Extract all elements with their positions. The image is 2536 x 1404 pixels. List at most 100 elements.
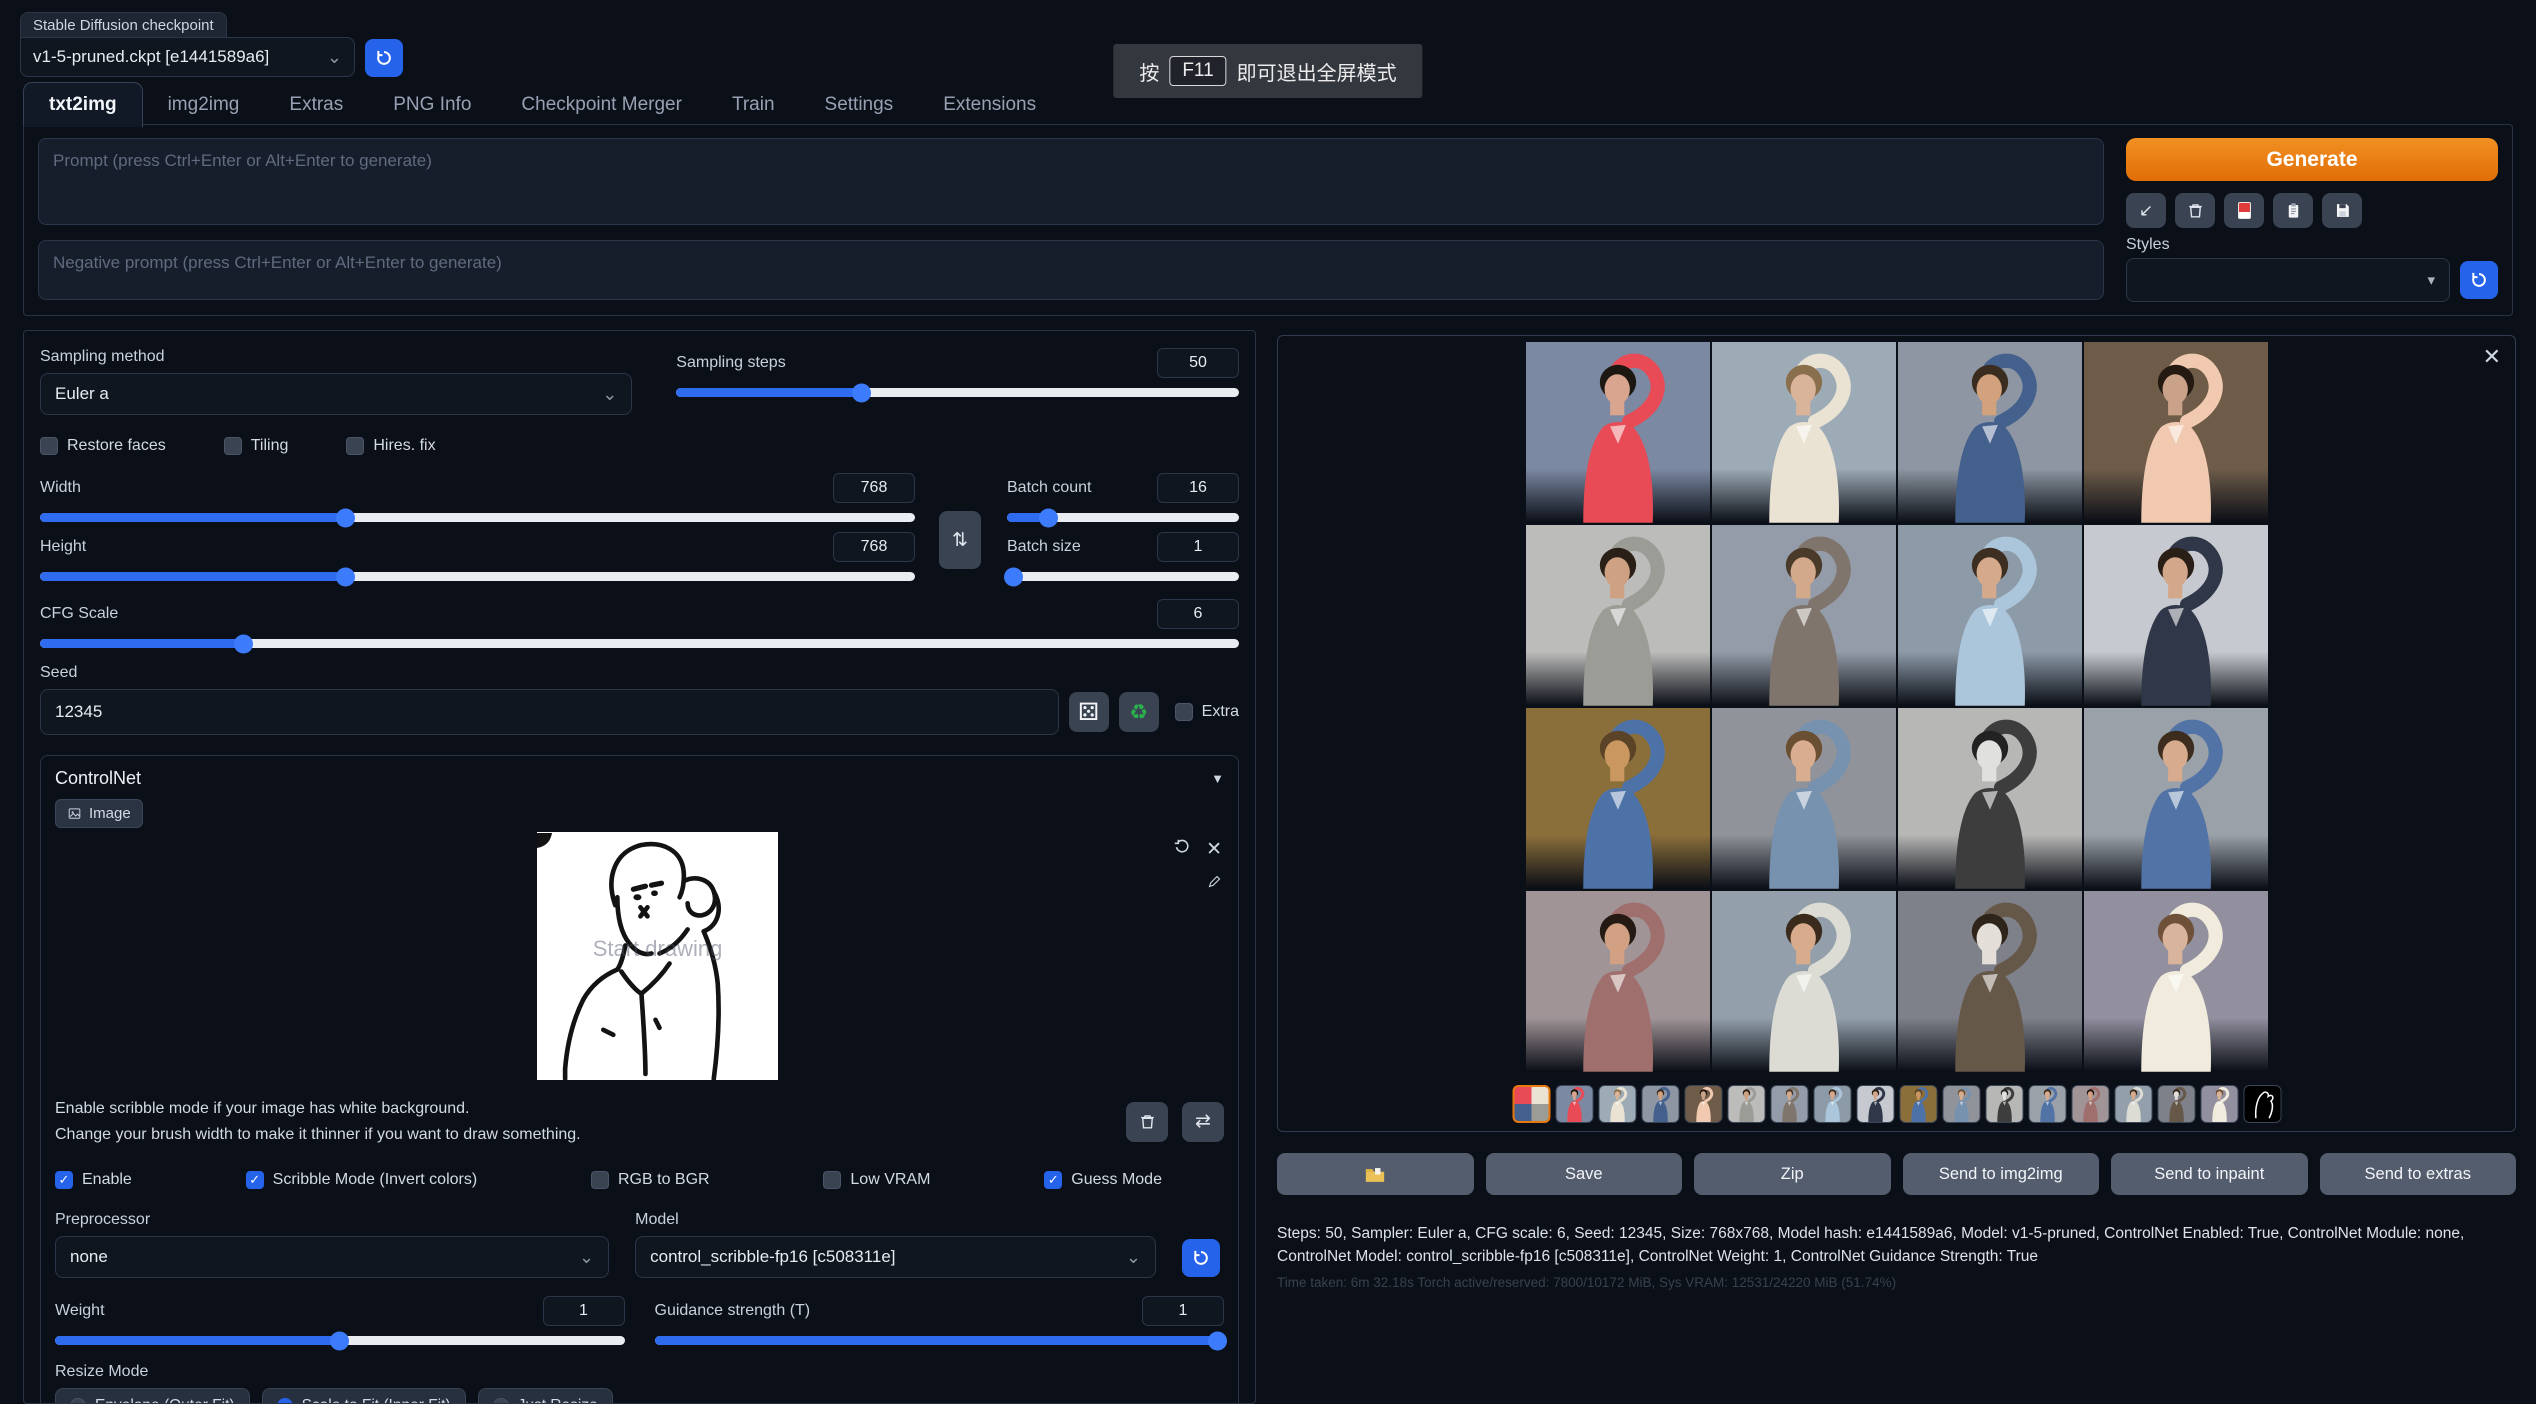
preprocessor-select[interactable]: none ⌄ — [55, 1236, 609, 1278]
thumbnail[interactable] — [2071, 1085, 2109, 1123]
refresh-styles-button[interactable] — [2460, 261, 2498, 299]
weight-value[interactable]: 1 — [543, 1296, 625, 1326]
send-to-inpaint-button[interactable]: Send to inpaint — [2111, 1153, 2308, 1195]
thumbnail[interactable] — [1813, 1085, 1851, 1123]
checkbox-hires-fix[interactable]: Hires. fix — [346, 437, 435, 455]
thumbnail[interactable] — [2028, 1085, 2066, 1123]
clear-prompt-button[interactable] — [2175, 193, 2215, 228]
height-slider[interactable] — [40, 572, 915, 581]
batch-size-value[interactable]: 1 — [1157, 532, 1239, 562]
thumbnail[interactable] — [1598, 1085, 1636, 1123]
thumbnail[interactable] — [1555, 1085, 1593, 1123]
resize-option-envelope-outer-fit-[interactable]: Envelope (Outer Fit) — [55, 1388, 250, 1404]
seed-input[interactable]: 12345 — [40, 689, 1059, 735]
gallery-image[interactable] — [1898, 891, 2082, 1072]
zip-button[interactable]: Zip — [1694, 1153, 1891, 1195]
thumbnail[interactable] — [2200, 1085, 2238, 1123]
undo-button[interactable] — [1173, 838, 1190, 861]
cfg-scale-slider[interactable] — [40, 639, 1239, 648]
tab-train[interactable]: Train — [707, 83, 800, 127]
sampling-method-select[interactable]: Euler a ⌄ — [40, 373, 632, 415]
refresh-models-button[interactable] — [1182, 1239, 1220, 1277]
swap-width-height-button[interactable]: ⇅ — [939, 511, 981, 569]
controlnet-canvas[interactable]: Start drawing — [537, 832, 778, 1080]
send-to-img2img-button[interactable]: Send to img2img — [1903, 1153, 2100, 1195]
controlnet-model-select[interactable]: control_scribble-fp16 [c508311e] ⌄ — [635, 1236, 1156, 1278]
thumbnail[interactable] — [1770, 1085, 1808, 1123]
gallery-image[interactable] — [1898, 525, 2082, 706]
random-seed-button[interactable]: ⚄ — [1069, 692, 1109, 732]
thumbnail[interactable] — [1985, 1085, 2023, 1123]
close-gallery-button[interactable]: ✕ — [2483, 344, 2501, 370]
controlnet-image-tab[interactable]: Image — [55, 799, 143, 828]
gallery-image[interactable] — [1526, 342, 1710, 523]
controlnet-checkbox-low-vram[interactable]: Low VRAM — [823, 1171, 930, 1189]
thumbnail-scribble[interactable] — [2243, 1085, 2281, 1123]
thumbnail-grid-composite[interactable] — [1512, 1085, 1550, 1123]
tab-img2img[interactable]: img2img — [143, 83, 265, 127]
cfg-scale-value[interactable]: 6 — [1157, 599, 1239, 629]
thumbnail[interactable] — [1727, 1085, 1765, 1123]
refresh-checkpoint-button[interactable] — [365, 39, 403, 77]
checkbox-restore-faces[interactable]: Restore faces — [40, 437, 166, 455]
save-style-button[interactable] — [2322, 193, 2362, 228]
gallery-image[interactable] — [2084, 342, 2268, 523]
gallery-image[interactable] — [1898, 342, 2082, 523]
guidance-strength-slider[interactable] — [655, 1336, 1225, 1345]
thumbnail[interactable] — [1899, 1085, 1937, 1123]
open-folder-button[interactable] — [1277, 1153, 1474, 1195]
batch-size-slider[interactable] — [1007, 572, 1239, 581]
extra-networks-button[interactable] — [2224, 193, 2264, 228]
controlnet-checkbox-scribble-mode-invert-colors-[interactable]: ✓Scribble Mode (Invert colors) — [246, 1171, 478, 1189]
generate-button[interactable]: Generate — [2126, 138, 2498, 181]
gallery-image[interactable] — [1526, 708, 1710, 889]
sampling-steps-slider[interactable] — [676, 388, 1239, 397]
weight-slider[interactable] — [55, 1336, 625, 1345]
thumbnail[interactable] — [2157, 1085, 2195, 1123]
accordion-caret-icon[interactable]: ▼ — [1211, 771, 1224, 786]
clear-canvas-button[interactable]: ✕ — [1206, 838, 1222, 861]
gallery-image[interactable] — [1712, 708, 1896, 889]
gallery-image[interactable] — [1898, 708, 2082, 889]
negative-prompt-input[interactable] — [38, 240, 2104, 300]
guidance-strength-value[interactable]: 1 — [1142, 1296, 1224, 1326]
checkbox-tiling[interactable]: Tiling — [224, 437, 289, 455]
tab-txt2img[interactable]: txt2img — [23, 82, 143, 128]
controlnet-checkbox-guess-mode[interactable]: ✓Guess Mode — [1044, 1171, 1162, 1189]
styles-dropdown[interactable]: ▾ — [2126, 258, 2450, 302]
tab-extensions[interactable]: Extensions — [918, 83, 1061, 127]
gallery-image[interactable] — [2084, 891, 2268, 1072]
gallery-image[interactable] — [2084, 708, 2268, 889]
checkpoint-dropdown[interactable]: v1-5-pruned.ckpt [e1441589a6] ⌄ — [20, 37, 355, 77]
thumbnail[interactable] — [2114, 1085, 2152, 1123]
controlnet-checkbox-enable[interactable]: ✓Enable — [55, 1171, 132, 1189]
gallery-image[interactable] — [1712, 525, 1896, 706]
height-value[interactable]: 768 — [833, 532, 915, 562]
thumbnail[interactable] — [1856, 1085, 1894, 1123]
thumbnail[interactable] — [1684, 1085, 1722, 1123]
width-value[interactable]: 768 — [833, 473, 915, 503]
brush-button[interactable] — [1207, 874, 1222, 894]
batch-count-value[interactable]: 16 — [1157, 473, 1239, 503]
gallery-image[interactable] — [2084, 525, 2268, 706]
thumbnail[interactable] — [1641, 1085, 1679, 1123]
gallery-image[interactable] — [1712, 891, 1896, 1072]
width-slider[interactable] — [40, 513, 915, 522]
tab-checkpoint-merger[interactable]: Checkpoint Merger — [496, 83, 707, 127]
swap-image-button[interactable]: ⇄ — [1182, 1102, 1224, 1142]
tab-settings[interactable]: Settings — [800, 83, 919, 127]
tab-png-info[interactable]: PNG Info — [368, 83, 496, 127]
gallery-image[interactable] — [1526, 891, 1710, 1072]
gallery-image[interactable] — [1526, 525, 1710, 706]
resize-option-just-resize[interactable]: Just Resize — [478, 1388, 613, 1404]
apply-style-button[interactable] — [2273, 193, 2313, 228]
controlnet-checkbox-rgb-to-bgr[interactable]: RGB to BGR — [591, 1171, 710, 1189]
gallery-image[interactable] — [1712, 342, 1896, 523]
clear-image-button[interactable] — [1126, 1102, 1168, 1142]
reuse-seed-button[interactable]: ♻ — [1119, 692, 1159, 732]
sampling-steps-value[interactable]: 50 — [1157, 348, 1239, 378]
send-to-extras-button[interactable]: Send to extras — [2320, 1153, 2517, 1195]
save-button[interactable]: Save — [1486, 1153, 1683, 1195]
paste-button[interactable]: ↙ — [2126, 193, 2166, 228]
batch-count-slider[interactable] — [1007, 513, 1239, 522]
